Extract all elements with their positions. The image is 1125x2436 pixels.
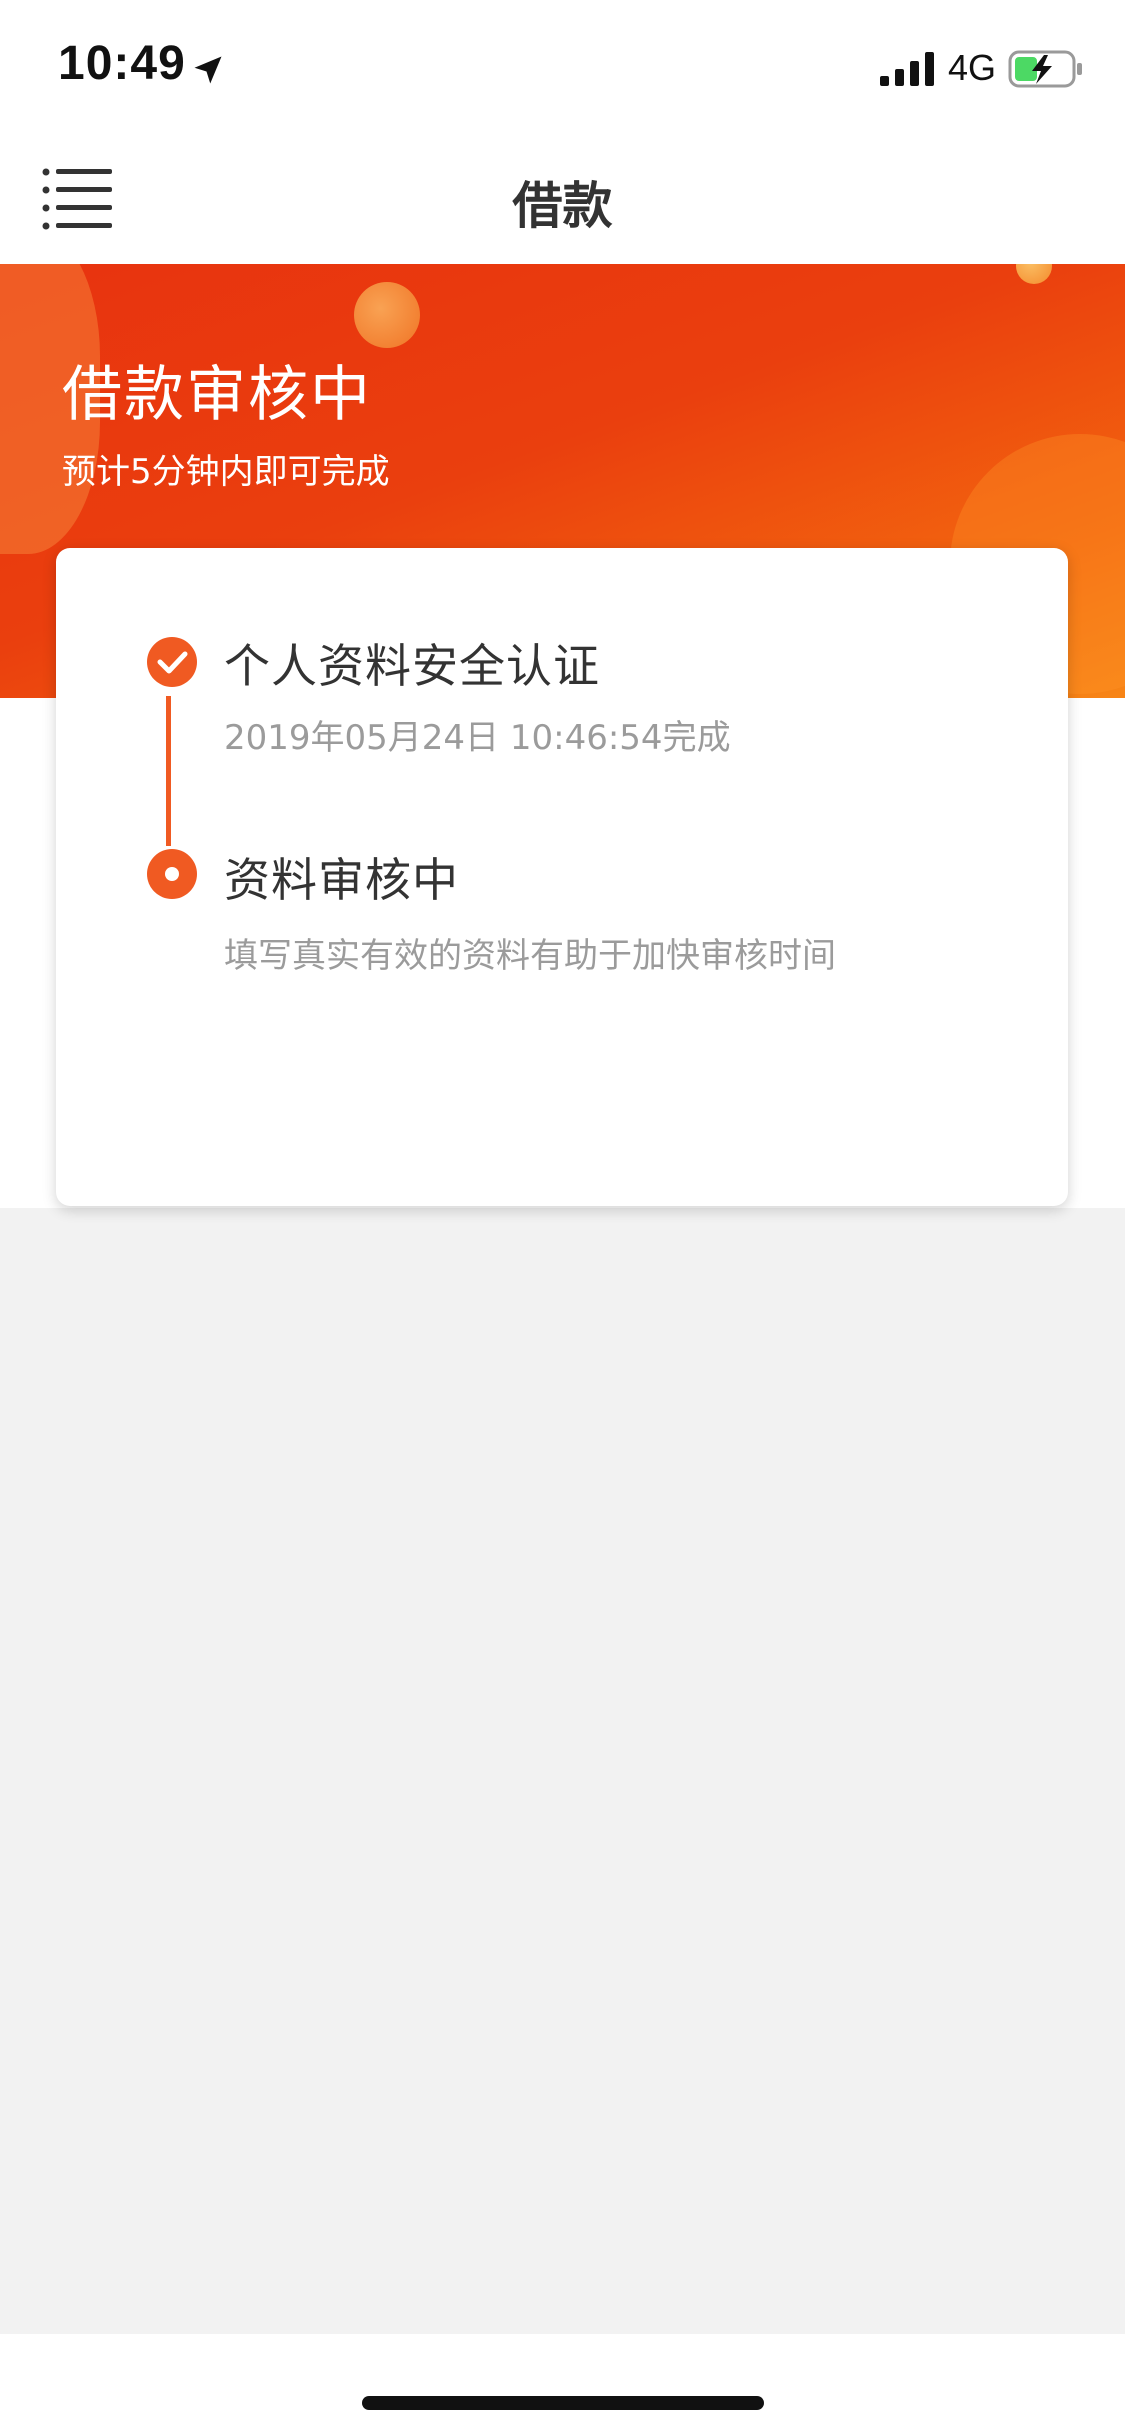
step-desc: 填写真实有效的资料有助于加快审核时间 [224, 936, 836, 976]
signal-icon [880, 52, 934, 86]
home-indicator-bar [0, 2334, 1125, 2436]
nav-bar: 借款 [0, 132, 1125, 264]
current-dot-icon [147, 849, 197, 899]
battery-charging-icon [1008, 50, 1082, 88]
checkmark-circle-icon [147, 637, 197, 687]
decorative-lantern [354, 282, 420, 348]
home-indicator[interactable] [362, 2396, 764, 2410]
step-title: 资料审核中 [224, 853, 459, 907]
hero-subtitle: 预计5分钟内即可完成 [62, 452, 390, 492]
step-title: 个人资料安全认证 [224, 639, 600, 693]
decorative-lantern [1016, 264, 1052, 284]
location-arrow-icon [194, 56, 222, 84]
progress-card: 个人资料安全认证 2019年05月24日 10:46:54完成 资料审核中 填写… [56, 548, 1068, 1206]
hero-title: 借款审核中 [62, 360, 372, 430]
step-desc: 2019年05月24日 10:46:54完成 [224, 718, 731, 758]
status-bar: 10:49 4G [0, 0, 1125, 132]
page-title: 借款 [512, 177, 613, 235]
status-time: 10:49 [58, 37, 186, 90]
network-label: 4G [948, 47, 997, 88]
timeline-connector [166, 696, 171, 846]
